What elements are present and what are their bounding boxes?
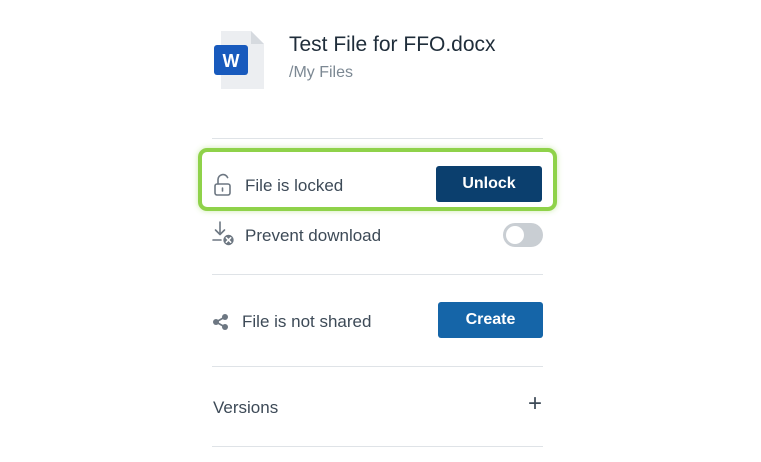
plus-icon[interactable]: + [526,392,544,416]
share-icon [212,313,234,337]
versions-label: Versions [213,398,279,417]
prevent-download-toggle[interactable] [503,223,543,247]
divider [212,274,543,275]
share-status-label: File is not shared [242,312,372,331]
divider [212,138,543,139]
create-share-button[interactable]: Create [438,302,543,338]
divider [212,366,543,367]
file-name: Test File for FFO.docx [289,33,496,56]
prevent-download-label: Prevent download [245,226,382,245]
file-path: /My Files [289,64,353,81]
word-badge-letter: W [223,51,240,71]
unlock-button[interactable]: Unlock [436,166,542,202]
lock-status-label: File is locked [245,176,344,195]
unlocked-padlock-icon [212,173,234,197]
divider [212,446,543,447]
download-blocked-icon [212,221,234,246]
toggle-knob [506,226,524,244]
word-document-icon: W [213,30,265,90]
file-details-panel: W Test File for FFO.docx /My Files File … [212,0,543,462]
